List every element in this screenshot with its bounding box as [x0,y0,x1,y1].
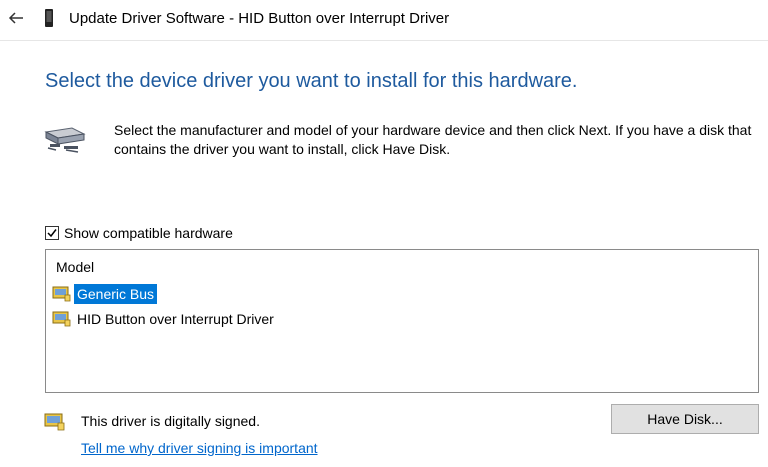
back-arrow-icon[interactable] [6,8,26,28]
list-item-label: Generic Bus [74,284,158,304]
show-compatible-hardware[interactable]: Show compatible hardware [45,224,233,242]
driver-icon [52,311,71,327]
signed-status-text: This driver is digitally signed. [81,413,260,429]
instructions-text: Select the manufacturer and model of you… [114,122,752,157]
page-heading: Select the device driver you want to ins… [45,70,578,92]
list-item-hid-button[interactable]: HID Button over Interrupt Driver [52,308,277,330]
have-disk-button[interactable]: Have Disk... [611,404,759,434]
title-bar: Update Driver Software - HID Button over… [0,0,768,41]
show-compatible-label: Show compatible hardware [64,225,233,241]
checkmark-icon [47,229,57,238]
show-compatible-checkbox[interactable] [45,226,59,240]
window-title: Update Driver Software - HID Button over… [69,10,450,27]
hardware-icon [44,127,86,153]
signed-driver-icon [44,413,65,431]
driver-icon [52,286,71,302]
model-list[interactable]: Model Generic Bus HID Button over Interr… [45,249,759,393]
list-item-label: HID Button over Interrupt Driver [77,311,274,327]
list-item-generic-bus[interactable]: Generic Bus [52,283,158,305]
driver-signing-link[interactable]: Tell me why driver signing is important [81,440,318,456]
model-column-header: Model [56,259,95,275]
device-icon [45,9,53,27]
